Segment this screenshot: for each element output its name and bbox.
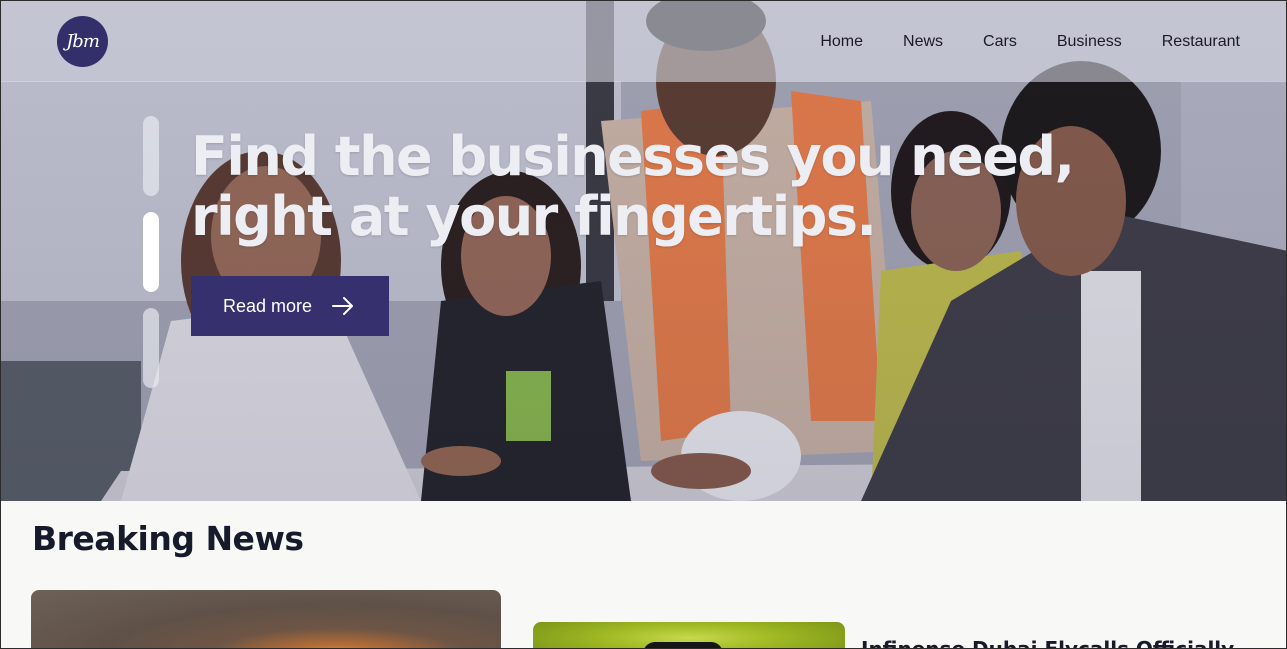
nav-item-home[interactable]: Home [820, 33, 863, 51]
read-more-button[interactable]: Read more [191, 276, 389, 336]
brand-logo[interactable]: Jbm [57, 16, 108, 67]
slide-indicators [143, 116, 159, 388]
page: Jbm Home News Cars Business Restaurant F… [0, 0, 1287, 649]
news-card-title-2[interactable]: Infinense Dubai Flycalls Officially [861, 637, 1261, 648]
nav-item-news[interactable]: News [903, 33, 943, 51]
top-navbar: Jbm Home News Cars Business Restaurant [1, 1, 1286, 82]
news-card-image-1[interactable] [31, 590, 501, 648]
slide-indicator-2-active[interactable] [143, 212, 159, 292]
nav-links: Home News Cars Business Restaurant [820, 33, 1240, 51]
hero-banner: Jbm Home News Cars Business Restaurant F… [1, 1, 1286, 501]
nav-item-restaurant[interactable]: Restaurant [1162, 33, 1240, 51]
brand-logo-text: Jbm [66, 31, 100, 52]
arrow-right-icon [332, 297, 354, 315]
car-silhouette [643, 642, 723, 648]
hero-title-line-2: right at your fingertips. [191, 185, 877, 248]
hero-title-line-1: Find the businesses you need, [191, 125, 1075, 188]
nav-item-business[interactable]: Business [1057, 33, 1122, 51]
slide-indicator-1[interactable] [143, 116, 159, 196]
news-card-image-2[interactable] [533, 622, 845, 648]
slide-indicator-3[interactable] [143, 308, 159, 388]
breaking-news-heading: Breaking News [32, 519, 304, 558]
read-more-label: Read more [223, 295, 313, 316]
nav-item-cars[interactable]: Cars [983, 33, 1017, 51]
hero-title: Find the businesses you need, right at y… [191, 127, 1091, 247]
